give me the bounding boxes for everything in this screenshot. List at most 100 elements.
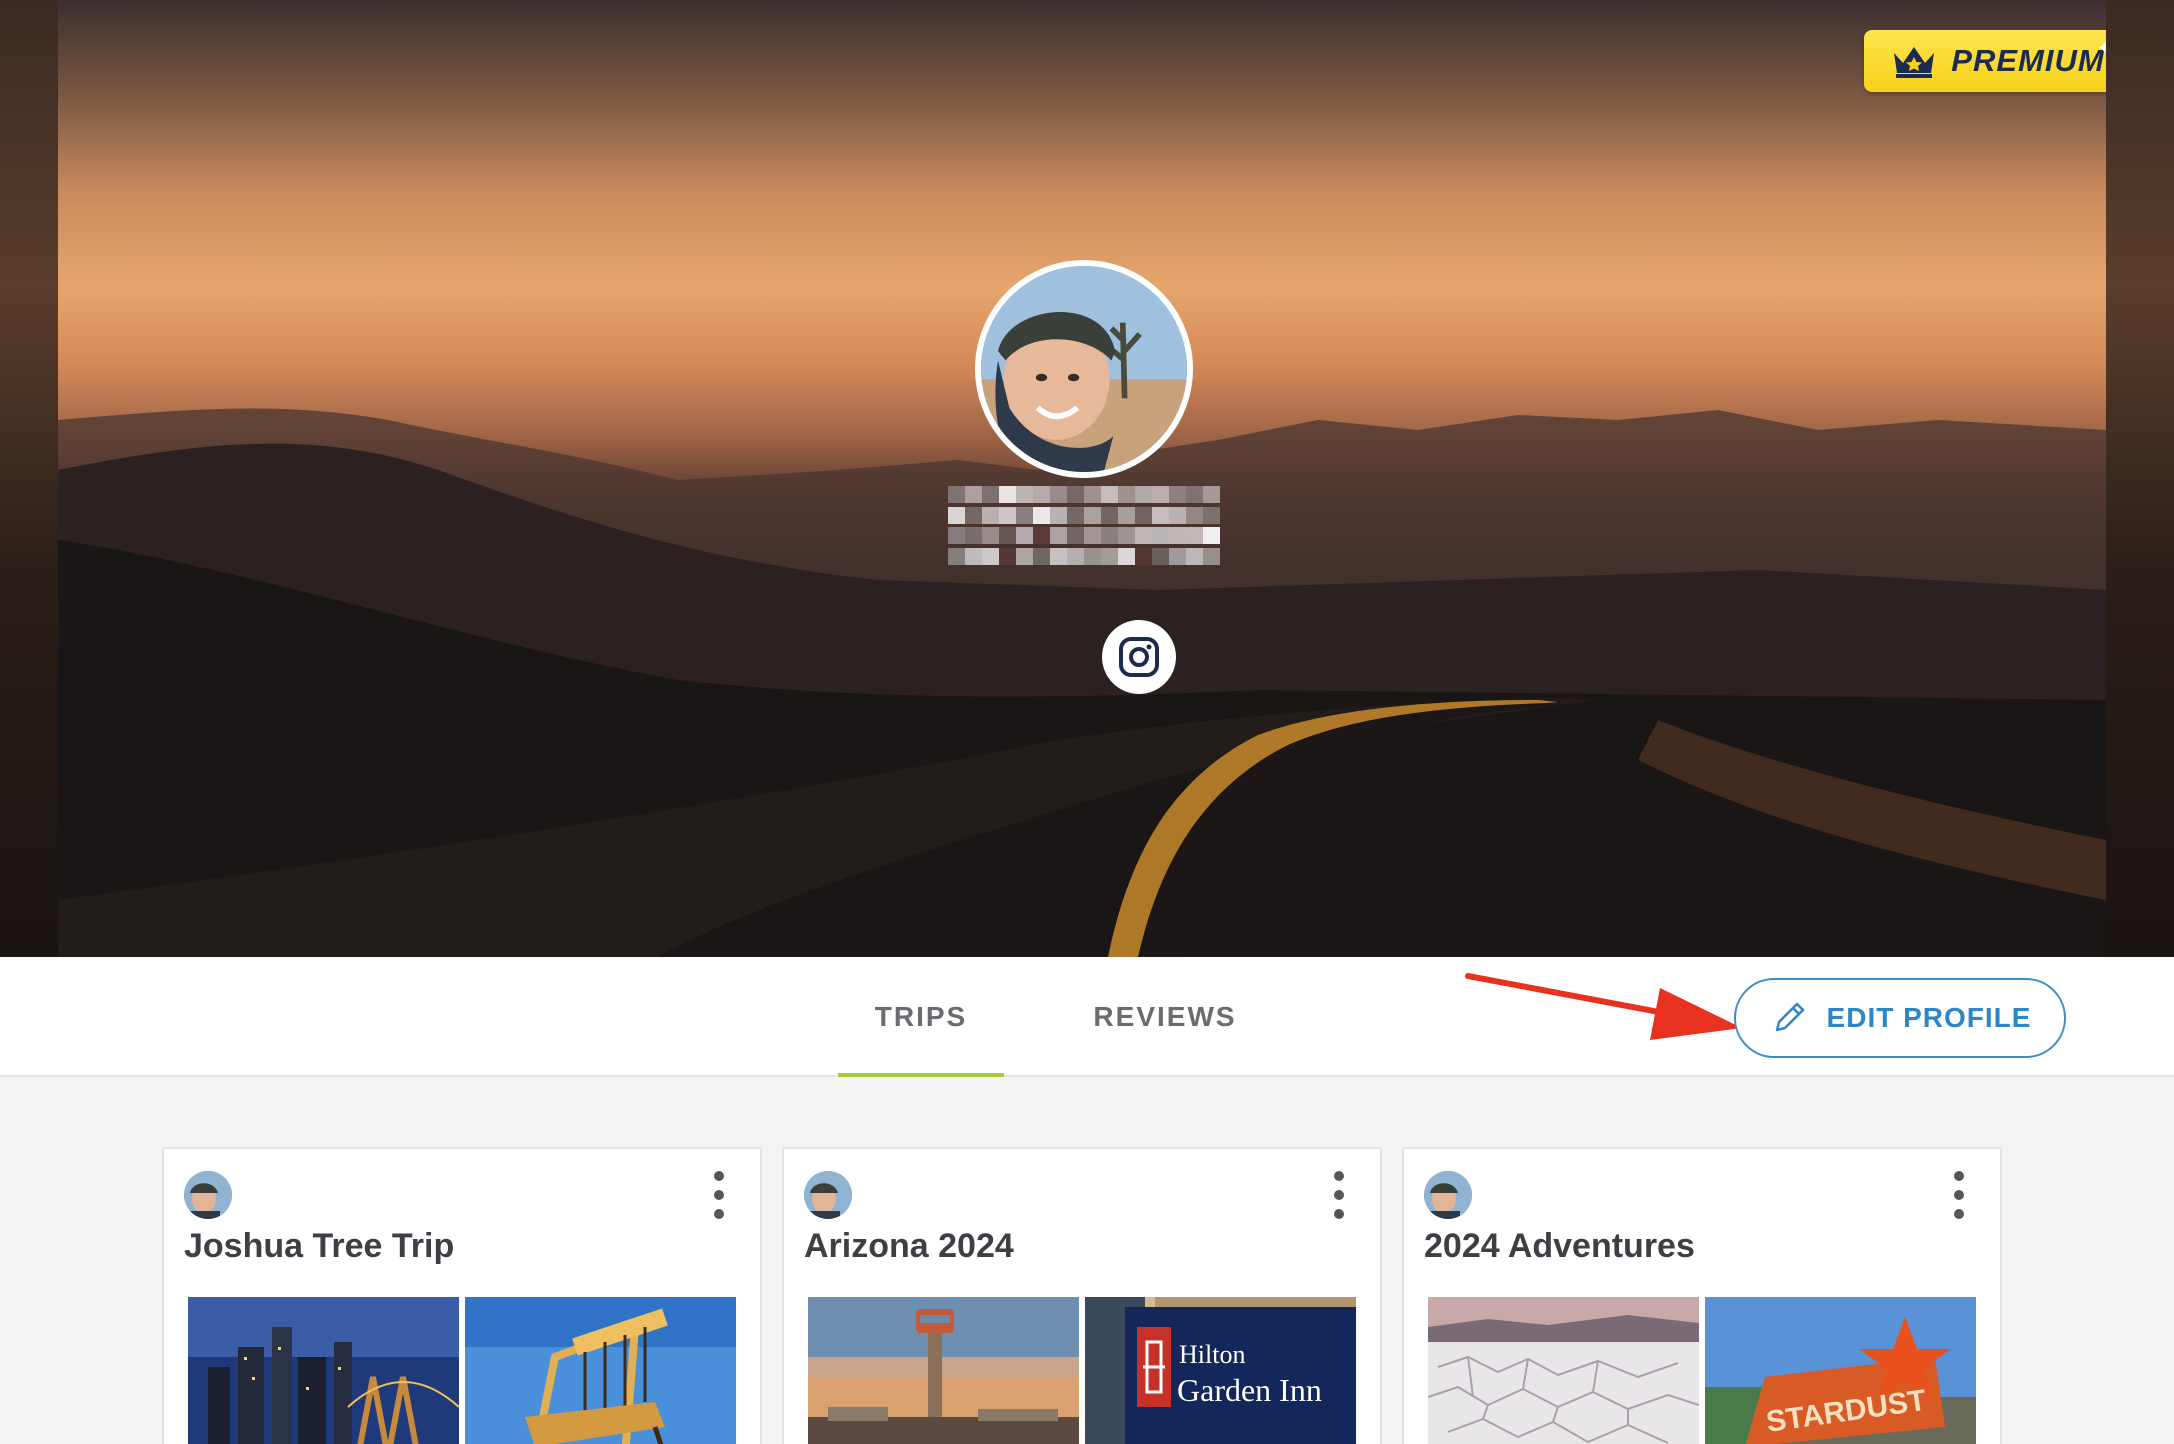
trip-thumbnail[interactable]: Hilton Garden Inn	[1085, 1297, 1356, 1444]
redaction-pixel	[1016, 486, 1033, 503]
redaction-pixel	[982, 486, 999, 503]
avatar	[184, 1171, 232, 1219]
redaction-pixel	[1152, 486, 1169, 503]
edit-profile-label: EDIT PROFILE	[1826, 1002, 2032, 1033]
avatar	[1424, 1171, 1472, 1219]
trip-thumbnail[interactable]	[808, 1297, 1079, 1444]
hilton-line1: Hilton	[1179, 1340, 1245, 1369]
redaction-pixel	[999, 527, 1016, 544]
tab-reviews[interactable]: REVIEWS	[1080, 957, 1250, 1077]
redaction-pixel	[1016, 547, 1033, 565]
redaction-pixel	[1033, 506, 1050, 524]
trip-card[interactable]: Joshua Tree Trip	[162, 1147, 762, 1444]
redaction-pixel	[948, 486, 965, 503]
more-options-icon[interactable]	[712, 1171, 726, 1219]
redaction-pixel	[1186, 547, 1203, 565]
redaction-pixel	[1101, 486, 1118, 503]
redaction-pixel	[1067, 527, 1084, 544]
redaction-pixel	[1186, 486, 1203, 503]
redaction-pixel	[1118, 547, 1135, 565]
redaction-pixel	[948, 527, 965, 544]
username-redacted	[948, 486, 1220, 568]
redaction-pixel	[1186, 506, 1203, 524]
redaction-pixel	[1033, 486, 1050, 503]
profile-photo	[981, 266, 1187, 472]
trip-title: 2024 Adventures	[1424, 1227, 1695, 1265]
redaction-pixel	[965, 506, 982, 524]
redaction-pixel	[1067, 547, 1084, 565]
redaction-pixel	[1118, 486, 1135, 503]
redaction-pixel	[982, 506, 999, 524]
trip-card[interactable]: Arizona 2024 Hilton Garden Inn	[782, 1147, 1382, 1444]
cover-photo: PREMIUM ✦	[58, 0, 2106, 957]
sparkle-icon: ✦	[2096, 38, 2106, 58]
trip-thumbnail[interactable]	[465, 1297, 736, 1444]
redaction-pixel	[948, 547, 965, 565]
redaction-pixel	[1169, 527, 1186, 544]
profile-avatar[interactable]	[975, 260, 1193, 478]
redaction-pixel	[1084, 527, 1101, 544]
edit-profile-button[interactable]: EDIT PROFILE	[1734, 978, 2066, 1058]
redaction-pixel	[1033, 527, 1050, 544]
redaction-pixel	[1169, 506, 1186, 524]
trip-card[interactable]: 2024 Adventures STARDUST	[1402, 1147, 2002, 1444]
redaction-pixel	[1118, 527, 1135, 544]
redaction-pixel	[1067, 506, 1084, 524]
redaction-pixel	[1050, 506, 1067, 524]
redaction-pixel	[999, 506, 1016, 524]
redaction-pixel	[999, 547, 1016, 565]
redaction-pixel	[982, 527, 999, 544]
desert-road-landscape	[58, 408, 2106, 957]
redaction-pixel	[1169, 486, 1186, 503]
pencil-icon	[1775, 1002, 1804, 1032]
more-options-icon[interactable]	[1332, 1171, 1346, 1219]
redaction-pixel	[965, 547, 982, 565]
trip-title: Joshua Tree Trip	[184, 1227, 455, 1265]
redaction-pixel	[1101, 547, 1118, 565]
redaction-pixel	[1118, 506, 1135, 524]
tab-trips[interactable]: TRIPS	[838, 957, 1004, 1077]
redaction-pixel	[948, 506, 965, 524]
redaction-pixel	[1050, 547, 1067, 565]
trip-thumbnail[interactable]	[188, 1297, 459, 1444]
redaction-pixel	[1135, 486, 1152, 503]
annotation-arrow	[1465, 973, 1742, 1040]
redaction-pixel	[1050, 486, 1067, 503]
redaction-pixel	[1152, 527, 1169, 544]
redaction-pixel	[1033, 547, 1050, 565]
redaction-pixel	[999, 486, 1016, 503]
redaction-pixel	[1016, 506, 1033, 524]
redaction-pixel	[1050, 527, 1067, 544]
avatar	[804, 1171, 852, 1219]
premium-badge: PREMIUM ✦	[1864, 30, 2106, 92]
redaction-pixel	[965, 527, 982, 544]
redaction-pixel	[1016, 527, 1033, 544]
redaction-pixel	[1186, 527, 1203, 544]
redaction-pixel	[1101, 527, 1118, 544]
redaction-pixel	[1067, 486, 1084, 503]
redaction-pixel	[1135, 547, 1152, 565]
redaction-pixel	[1203, 527, 1220, 544]
redaction-pixel	[1084, 486, 1101, 503]
redaction-pixel	[1203, 486, 1220, 503]
redaction-pixel	[1135, 527, 1152, 544]
redaction-pixel	[1203, 547, 1220, 565]
crown-icon	[1894, 47, 1935, 78]
hilton-line2: Garden Inn	[1177, 1372, 1322, 1408]
trip-thumbnail[interactable]: STARDUST	[1705, 1297, 1976, 1444]
instagram-icon	[1119, 637, 1159, 677]
redaction-pixel	[1152, 547, 1169, 565]
redaction-pixel	[982, 547, 999, 565]
redaction-pixel	[1101, 506, 1118, 524]
redaction-pixel	[1135, 506, 1152, 524]
redaction-pixel	[965, 486, 982, 503]
more-options-icon[interactable]	[1952, 1171, 1966, 1219]
redaction-pixel	[1084, 547, 1101, 565]
instagram-link[interactable]	[1102, 620, 1176, 694]
trip-title: Arizona 2024	[804, 1227, 1014, 1265]
premium-label: PREMIUM	[1951, 43, 2105, 78]
trip-thumbnail[interactable]	[1428, 1297, 1699, 1444]
redaction-pixel	[1152, 506, 1169, 524]
redaction-pixel	[1203, 506, 1220, 524]
redaction-pixel	[1084, 506, 1101, 524]
